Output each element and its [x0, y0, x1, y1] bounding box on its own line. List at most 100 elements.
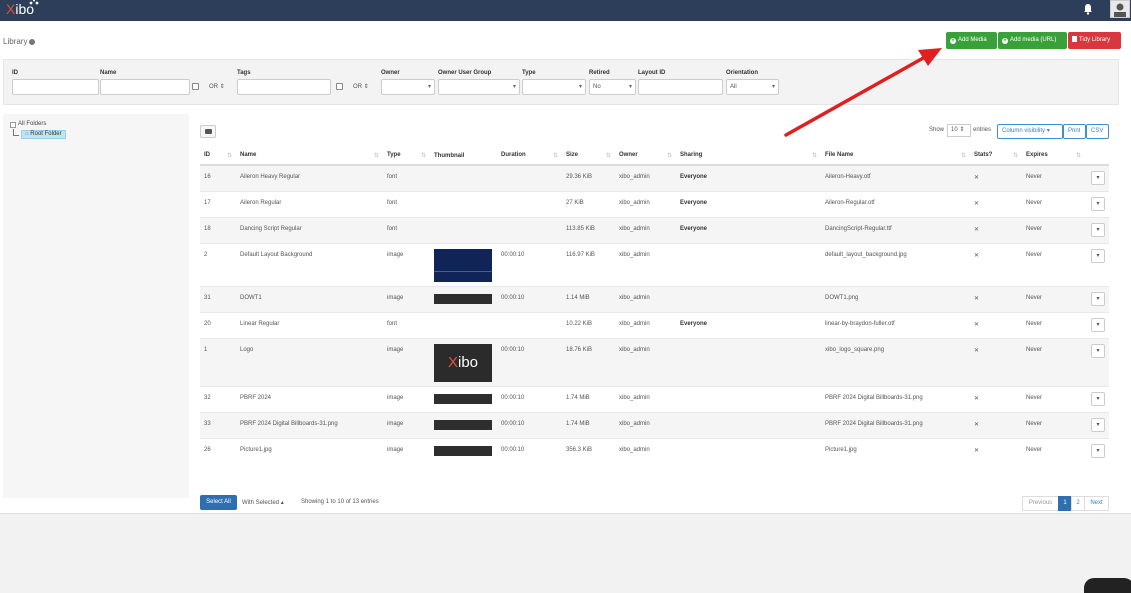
- actions-cell: ▾: [1085, 285, 1109, 312]
- cell-file: linear-by-braydon-fuller.otf: [821, 311, 970, 338]
- cell-size: 1.14 MiB: [562, 285, 615, 312]
- column-header[interactable]: Duration ⇅: [497, 147, 562, 166]
- thumbnail-image[interactable]: [434, 293, 492, 304]
- sort-icon: ⇅: [960, 153, 966, 159]
- user-avatar[interactable]: [1110, 0, 1130, 18]
- row-actions-button[interactable]: ▾: [1091, 443, 1105, 458]
- thumbnail-image[interactable]: [434, 445, 492, 456]
- tags-filter-input[interactable]: [237, 79, 331, 95]
- thumbnail-image[interactable]: [434, 393, 492, 404]
- row-actions-button[interactable]: ▾: [1091, 196, 1105, 211]
- all-folders-checkbox[interactable]: [10, 122, 16, 128]
- pagination-page-1[interactable]: 1: [1058, 496, 1072, 511]
- library-table-panel: Show 10 ⇕ entries Column visibility ▾ Pr…: [190, 114, 1119, 511]
- cell-id: 26: [200, 437, 236, 464]
- column-visibility-button[interactable]: Column visibility ▾: [997, 124, 1063, 139]
- column-header[interactable]: ID ⇅: [200, 147, 236, 166]
- root-folder-node[interactable]: ⌂ Root Folder: [21, 130, 66, 139]
- name-exact-checkbox[interactable]: [192, 83, 199, 90]
- cell-stats: ✕: [970, 164, 1022, 191]
- add-media-button[interactable]: + Add Media: [946, 32, 997, 49]
- csv-button[interactable]: CSV: [1086, 124, 1109, 139]
- row-actions-button[interactable]: ▾: [1091, 391, 1105, 406]
- cell-type: image: [383, 242, 430, 286]
- table-row[interactable]: 31 DOWT1 image 00:00:10 1.14 MiB xibo_admin DO…: [200, 285, 1109, 312]
- orientation-filter-label: Orientation: [726, 70, 759, 76]
- bell-icon[interactable]: [1083, 3, 1093, 15]
- table-info: Showing 1 to 10 of 13 entries: [301, 499, 379, 505]
- tags-filter-label: Tags: [237, 70, 251, 76]
- row-actions-button[interactable]: ▾: [1091, 417, 1105, 432]
- cell-id: 32: [200, 385, 236, 412]
- cell-sharing: Everyone: [676, 311, 821, 338]
- column-header[interactable]: File Name ⇅: [821, 147, 970, 166]
- cell-duration: 00:00:10: [497, 411, 562, 438]
- column-header[interactable]: Owner ⇅: [615, 147, 676, 166]
- table-row[interactable]: 26 Picture1.jpg image 00:00:10 356.3 KiB xibo…: [200, 437, 1109, 464]
- column-header[interactable]: Expires ⇅: [1022, 147, 1085, 166]
- cell-sharing: Everyone: [676, 190, 821, 217]
- column-header[interactable]: Type ⇅: [383, 147, 430, 166]
- table-row[interactable]: 20 Linear Regular font 10.22 KiB xibo_admin E…: [200, 311, 1109, 338]
- row-actions-button[interactable]: ▾: [1091, 343, 1105, 358]
- tags-logic-select[interactable]: OR ⇕: [353, 79, 379, 95]
- column-header[interactable]: Thumbnail: [430, 147, 497, 166]
- row-actions-button[interactable]: ▾: [1091, 291, 1105, 306]
- table-row[interactable]: 32 PBRF 2024 image 00:00:10 1.74 MiB xibo_adm…: [200, 385, 1109, 412]
- cell-owner: xibo_admin: [615, 411, 676, 438]
- thumbnail-cell: [430, 385, 497, 412]
- tags-exact-checkbox[interactable]: [336, 83, 343, 90]
- print-button[interactable]: Print: [1063, 124, 1086, 139]
- owner-group-filter-select[interactable]: [438, 79, 520, 95]
- thumbnail-cell: [430, 190, 497, 217]
- pagination-previous[interactable]: Previous: [1022, 496, 1059, 511]
- thumbnail-image[interactable]: [434, 248, 492, 282]
- add-media-url-button[interactable]: + Add media (URL): [998, 32, 1067, 49]
- with-selected-dropdown[interactable]: With Selected ▴: [242, 499, 284, 506]
- sort-icon: ⇅: [605, 153, 611, 159]
- name-filter-label: Name: [100, 70, 117, 76]
- row-actions-button[interactable]: ▾: [1091, 317, 1105, 332]
- pagination-next[interactable]: Next: [1084, 496, 1109, 511]
- retired-filter-select[interactable]: No: [589, 79, 636, 95]
- cell-expires: Never: [1022, 337, 1085, 386]
- select-all-button[interactable]: Select All: [200, 495, 237, 510]
- cell-sharing: [676, 337, 821, 386]
- table-row[interactable]: 18 Dancing Script Regular font 113.85 KiB xi…: [200, 216, 1109, 243]
- table-row[interactable]: 1 Logo image Xibo 00:00:10 18.76 KiB xibo_admi…: [200, 337, 1109, 386]
- folder-toggle-button[interactable]: [200, 125, 216, 138]
- column-header[interactable]: Size ⇅: [562, 147, 615, 166]
- thumbnail-image[interactable]: [434, 419, 492, 430]
- thumbnail-image[interactable]: Xibo: [434, 343, 492, 382]
- thumbnail-cell: [430, 285, 497, 312]
- orientation-filter-select[interactable]: All: [726, 79, 779, 95]
- table-row[interactable]: 2 Default Layout Background image 00:00:10 1…: [200, 242, 1109, 286]
- row-actions-button[interactable]: ▾: [1091, 222, 1105, 237]
- cell-sharing: [676, 285, 821, 312]
- page-size-select[interactable]: 10 ⇕: [947, 124, 971, 137]
- table-row[interactable]: 16 Aileron Heavy Regular font 29.36 KiB xibo…: [200, 164, 1109, 191]
- layout-id-filter-input[interactable]: [638, 79, 723, 95]
- all-folders-node[interactable]: All Folders: [18, 121, 46, 127]
- name-filter-input[interactable]: [100, 79, 190, 95]
- tree-connector: [13, 129, 19, 136]
- column-header[interactable]: Name ⇅: [236, 147, 383, 166]
- pagination-page-2[interactable]: 2: [1071, 496, 1085, 511]
- gear-icon[interactable]: [29, 38, 36, 45]
- column-header[interactable]: Stats? ⇅: [970, 147, 1022, 166]
- row-actions-button[interactable]: ▾: [1091, 248, 1105, 263]
- owner-filter-select[interactable]: [381, 79, 435, 95]
- owner-group-filter-label: Owner User Group: [438, 70, 492, 76]
- row-actions-button[interactable]: ▾: [1091, 171, 1105, 185]
- caret-down-icon: ▾: [1046, 128, 1050, 134]
- cell-size: 18.76 KiB: [562, 337, 615, 386]
- corner-widget[interactable]: [1084, 578, 1131, 593]
- column-header[interactable]: Sharing ⇅: [676, 147, 821, 166]
- table-row[interactable]: 17 Aileron Regular font 27 KiB xibo_admin Eve…: [200, 190, 1109, 217]
- table-row[interactable]: 33 PBRF 2024 Digital Billboards-31.png ima…: [200, 411, 1109, 438]
- tidy-library-button[interactable]: Tidy Library: [1068, 32, 1121, 49]
- type-filter-select[interactable]: [522, 79, 586, 95]
- id-filter-input[interactable]: [12, 79, 99, 95]
- cell-expires: Never: [1022, 164, 1085, 191]
- name-logic-select[interactable]: OR ⇕: [209, 79, 235, 95]
